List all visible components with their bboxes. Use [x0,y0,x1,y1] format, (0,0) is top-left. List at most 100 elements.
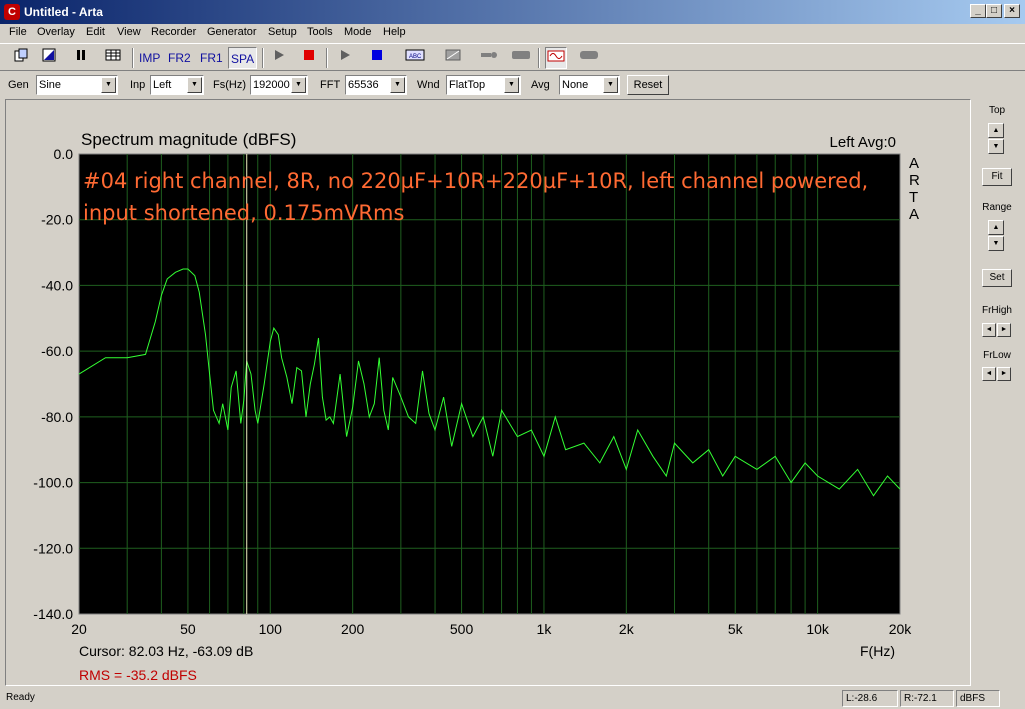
chevron-down-icon[interactable]: ▼ [390,77,405,93]
frhigh-left-button[interactable]: ◄ [982,323,996,337]
menu-mode[interactable]: Mode [344,26,372,38]
avg-value: None [562,79,589,91]
fs-value: 192000 [253,79,290,91]
gen-label: Gen [8,79,29,91]
frhigh-label: FrHigh [981,305,1012,316]
x-tick-label: 20k [889,621,913,637]
inp-value: Left [153,79,172,91]
cursor-readout: Cursor: 82.03 Hz, -63.09 dB [79,643,253,659]
menu-overlay[interactable]: Overlay [37,26,75,38]
top-up-button[interactable]: ▲ [988,123,1004,138]
gen-select[interactable]: Sine ▼ [36,75,118,95]
close-button[interactable]: × [1004,4,1020,18]
device-icon[interactable] [578,47,600,69]
abc-icon[interactable]: ABC [404,47,426,69]
x-tick-label: 5k [728,621,744,637]
menu-help[interactable]: Help [383,26,406,38]
menu-edit[interactable]: Edit [86,26,105,38]
frlow-left-button[interactable]: ◄ [982,367,996,381]
imp-button[interactable]: IMP [137,47,162,69]
control-bar: Gen Sine ▼ Inp Left ▼ Fs(Hz) 192000 ▼ FF… [0,72,1025,98]
x-tick-label: 2k [619,621,635,637]
menu-view[interactable]: View [117,26,141,38]
range-label: Range [982,202,1012,213]
reset-button[interactable]: Reset [627,75,669,95]
spectrum-plot-panel: 20 50 100 200 500 1k 2k 5k 10k 20k 0.0 -20.0 -40.0 -6… [5,99,971,686]
stop-icon[interactable] [298,47,320,69]
chevron-down-icon[interactable]: ▼ [291,77,306,93]
inp-select[interactable]: Left ▼ [150,75,204,95]
unit-indicator: dBFS [956,690,1000,707]
svg-text:ABC: ABC [409,54,422,60]
pause-icon[interactable] [70,47,92,69]
x-tick-label: 500 [450,621,474,637]
watermark-letter: A [909,155,919,172]
range-up-button[interactable]: ▲ [988,220,1004,235]
gen-value: Sine [39,79,62,91]
y-tick-label: -120.0 [33,540,73,556]
stop-icon[interactable] [366,47,388,69]
range-down-button[interactable]: ▼ [988,236,1004,251]
y-tick-label: -60.0 [41,343,73,359]
x-tick-label: 20 [71,621,87,637]
frhigh-right-button[interactable]: ► [997,323,1011,337]
wnd-value: FlatTop [449,79,486,91]
set-button[interactable]: Set [982,269,1012,287]
maximize-button[interactable]: □ [986,4,1002,18]
overlay-icon[interactable] [442,47,464,69]
y-tick-label: -20.0 [41,212,73,228]
menu-bar: File Overlay Edit View Recorder Generato… [0,24,1025,43]
play-icon[interactable] [334,47,356,69]
x-tick-label: 10k [806,621,830,637]
open-icon[interactable] [38,47,60,69]
watermark-letter: T [909,189,918,206]
play-icon[interactable] [268,47,290,69]
x-tick-label: 1k [537,621,553,637]
y-tick-label: -100.0 [33,475,73,491]
status-bar: Ready L:-28.6 R:-72.1 dBFS [0,688,1025,709]
top-down-button[interactable]: ▼ [988,139,1004,154]
app-icon[interactable]: C [4,4,20,20]
annotation-line-2: input shortened, 0.175mVRms [83,201,404,225]
menu-tools[interactable]: Tools [307,26,333,38]
y-tick-label: 0.0 [54,146,74,162]
fft-select[interactable]: 65536 ▼ [345,75,407,95]
watermark-letter: R [909,172,920,189]
new-document-icon[interactable] [10,47,32,69]
fr1-button[interactable]: FR1 [198,47,225,69]
menu-generator[interactable]: Generator [207,26,257,38]
spa-button[interactable]: SPA [228,47,258,69]
avg-select[interactable]: None ▼ [559,75,620,95]
chevron-down-icon[interactable]: ▼ [504,77,519,93]
chart-title: Spectrum magnitude (dBFS) [81,130,296,149]
inp-label: Inp [130,79,146,91]
menu-setup[interactable]: Setup [268,26,297,38]
status-text: Ready [6,692,35,703]
menu-file[interactable]: File [9,26,27,38]
y-tick-label: -140.0 [33,606,73,622]
fr2-button[interactable]: FR2 [166,47,193,69]
y-tick-label: -40.0 [41,277,73,293]
sine-icon[interactable] [545,47,567,69]
annotation-line-1: #04 right channel, 8R, no 220µF+10R+220µ… [83,169,868,193]
frlow-right-button[interactable]: ► [997,367,1011,381]
top-label: Top [988,105,1006,116]
minimize-button[interactable]: _ [970,4,986,18]
device-icon[interactable] [510,47,532,69]
fit-button[interactable]: Fit [982,168,1012,186]
chevron-down-icon[interactable]: ▼ [187,77,202,93]
chevron-down-icon[interactable]: ▼ [603,77,618,93]
probe-icon[interactable] [478,47,500,69]
left-level: L:-28.6 [842,690,898,707]
fs-select[interactable]: 192000 ▼ [250,75,308,95]
chevron-down-icon[interactable]: ▼ [101,77,116,93]
spectrum-chart[interactable]: 20 50 100 200 500 1k 2k 5k 10k 20k 0.0 -20.0 -40.0 -6… [6,100,970,685]
wnd-select[interactable]: FlatTop ▼ [446,75,521,95]
fft-value: 65536 [348,79,379,91]
watermark-letter: A [909,206,919,223]
x-tick-label: 200 [341,621,365,637]
frlow-label: FrLow [983,350,1011,361]
x-tick-label: 50 [180,621,196,637]
menu-recorder[interactable]: Recorder [151,26,196,38]
grid-icon[interactable] [102,47,124,69]
